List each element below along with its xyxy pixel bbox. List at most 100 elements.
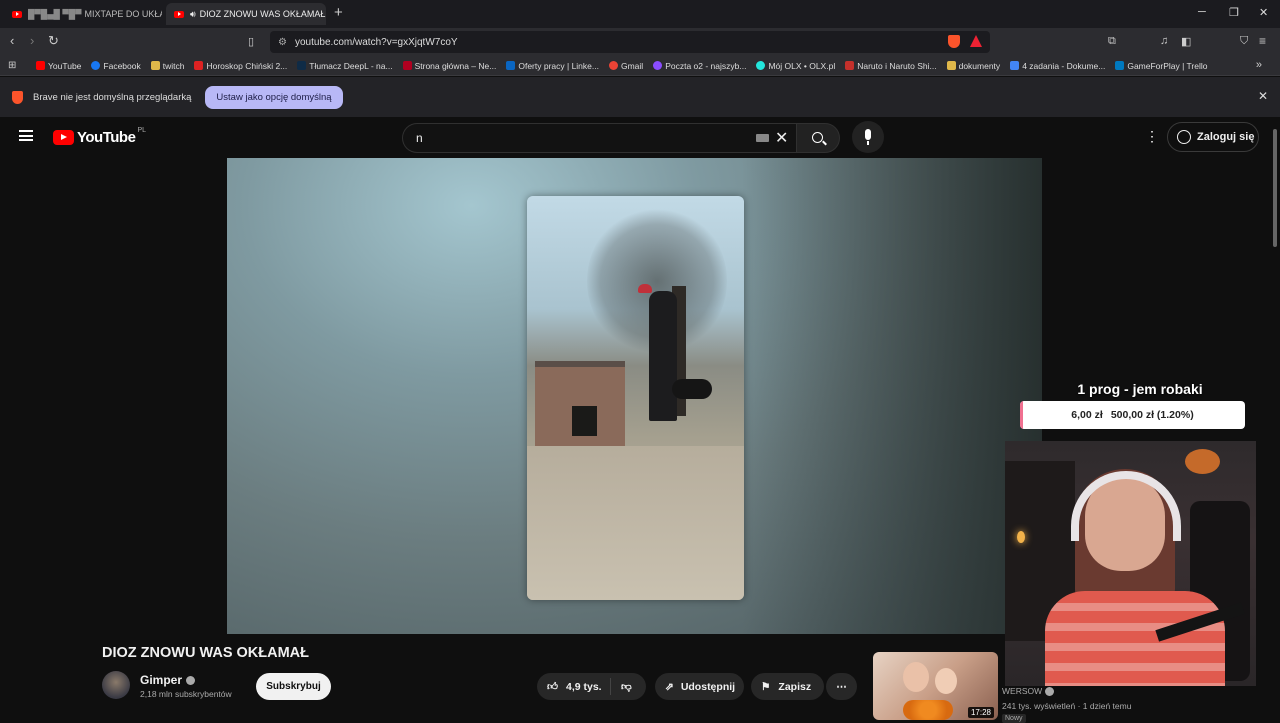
youtube-wordmark: YouTube (77, 129, 136, 146)
share-button[interactable]: ⇗ Udostępnij (655, 673, 744, 700)
menu-icon[interactable]: ≡ (1259, 34, 1266, 48)
vpn-icon[interactable]: ⛉ (1240, 35, 1248, 48)
channel-name-text: Gimper (140, 673, 183, 687)
bookmark-facebook[interactable]: Facebook (91, 61, 141, 71)
video-player[interactable] (227, 158, 1042, 634)
clear-search-icon[interactable]: ✕ (775, 128, 788, 148)
netflix-icon (402, 61, 412, 70)
address-bar[interactable]: ⚙︎ youtube.com/watch?v=gxXjqtW7coY (270, 31, 990, 53)
brave-shields-icon[interactable] (948, 35, 960, 48)
bookmark-olx[interactable]: Mój OLX • OLX.pl (756, 61, 835, 71)
speaker-icon: 🔊︎ (190, 8, 196, 19)
more-bookmarks-icon[interactable]: » (1256, 59, 1262, 71)
streamer-webcam (1005, 441, 1256, 686)
bookmark-icon[interactable]: ▯ (248, 35, 254, 48)
page-scrollbar[interactable] (1270, 117, 1280, 720)
close-tab-icon[interactable]: ✕ (325, 8, 326, 21)
tab-mixtape[interactable]: █▀█▄█ ▀█▀ MIXTAPE DO UKŁAD (4, 3, 162, 25)
google-icon (608, 61, 618, 70)
bookmarks-bar: ⊞ YouTube Facebook twitch Horoskop Chińs… (0, 56, 1280, 76)
subscribe-button[interactable]: Subskrybuj (256, 673, 331, 700)
channel-name[interactable]: Gimper (140, 673, 196, 687)
youtube-header: YouTube PL n ✕ ⋮ Zaloguj się (0, 117, 1270, 157)
hamburger-menu-icon[interactable] (19, 130, 33, 141)
tab-active-video[interactable]: 🔊︎ DIOZ ZNOWU WAS OKŁAMAŁ ✕ (166, 3, 326, 25)
folder-icon (150, 61, 160, 70)
bookmark-naruto[interactable]: Naruto i Naruto Shi... (845, 61, 937, 71)
video-frame (527, 196, 744, 600)
sidebar-icon[interactable]: ◧ (1181, 35, 1191, 48)
tab-label: DIOZ ZNOWU WAS OKŁAMAŁ (199, 9, 326, 19)
bookmark-zadania[interactable]: 4 zadania - Dokume... (1010, 61, 1105, 71)
thumbs-up-icon: 👍︎ (547, 681, 558, 693)
tab-label: MIXTAPE DO UKŁAD (84, 9, 162, 19)
bookmark-strona[interactable]: Strona główna – Ne... (402, 61, 496, 71)
new-tab-button[interactable]: + (334, 4, 343, 21)
bookmark-trello[interactable]: GameForPlay | Trello (1115, 61, 1208, 71)
settings-menu-icon[interactable]: ⋮ (1145, 128, 1159, 145)
naruto-icon (845, 61, 855, 70)
new-badge: Nowy (1002, 714, 1026, 723)
sign-in-label: Zaloguj się (1197, 131, 1255, 143)
like-button[interactable]: 👍︎ 4,9 tys. (537, 678, 611, 695)
reload-icon[interactable]: ↻ (48, 33, 59, 49)
person-figure (649, 291, 677, 421)
browser-nav-bar: ‹ › ↻ ▯ ⚙︎ youtube.com/watch?v=gxXjqtW7c… (0, 28, 1280, 56)
suggested-channel[interactable]: WERSOW (1002, 686, 1055, 696)
close-notification-icon[interactable]: ✕ (1258, 89, 1268, 103)
brave-logo-icon (12, 90, 23, 104)
bookmark-deepl[interactable]: Tłumacz DeepL - na... (297, 61, 393, 71)
site-info-icon[interactable]: ⚙︎ (278, 37, 287, 48)
voice-search-icon[interactable] (852, 121, 884, 153)
thumbnail-person (903, 662, 929, 692)
minimize-button[interactable]: ─ (1198, 6, 1206, 18)
black-dog (672, 379, 712, 399)
bookmark-gmail[interactable]: Gmail (608, 61, 643, 71)
o2-icon (653, 61, 663, 70)
bookmark-dokumenty[interactable]: dokumenty (946, 61, 1000, 71)
bookmark-linkedin[interactable]: Oferty pracy | Linke... (506, 61, 599, 71)
scrollbar-thumb[interactable] (1273, 129, 1277, 247)
snowy-ground (527, 446, 744, 600)
deepl-icon (297, 61, 307, 70)
bookmark-o2[interactable]: Poczta o2 - najszyb... (653, 61, 746, 71)
account-icon (1177, 130, 1191, 144)
sign-in-button[interactable]: Zaloguj się (1167, 122, 1259, 152)
facebook-icon (91, 61, 101, 70)
restore-button[interactable]: ❐ (1229, 6, 1239, 19)
olx-icon (756, 61, 766, 70)
linkedin-icon (506, 61, 516, 70)
suggested-meta: 241 tys. wyświetleń · 1 dzień temu (1002, 701, 1132, 711)
subscriber-count: 2,18 mln subskrybentów (140, 689, 232, 699)
search-input[interactable]: n (402, 123, 796, 153)
default-browser-bar: Brave nie jest domyślną przeglądarką Ust… (0, 77, 1280, 117)
apps-grid-icon[interactable]: ⊞ (8, 60, 16, 71)
set-default-button[interactable]: Ustaw jako opcję domyślną (205, 85, 343, 109)
suggested-video-thumbnail[interactable]: 17:28 (873, 652, 998, 720)
back-icon[interactable]: ‹ (10, 33, 14, 48)
bookmark-horoskop[interactable]: Horoskop Chiński 2... (194, 61, 287, 71)
dislike-button[interactable]: 👎︎ (611, 680, 632, 693)
youtube-logo[interactable]: YouTube PL (53, 127, 146, 146)
forward-icon[interactable]: › (30, 33, 34, 48)
search-button[interactable] (796, 123, 840, 153)
more-actions-button[interactable]: ⋯ (826, 673, 857, 700)
notification-text: Brave nie jest domyślną przeglądarką (33, 91, 192, 103)
share-label: Udostępnij (680, 680, 736, 693)
youtube-play-icon (53, 130, 74, 145)
country-code: PL (137, 127, 146, 134)
brave-rewards-icon[interactable] (970, 35, 982, 47)
close-window-button[interactable]: ✕ (1259, 6, 1268, 19)
bookmark-twitch[interactable]: twitch (150, 61, 184, 71)
extensions-icon[interactable]: ⧉ (1108, 35, 1116, 48)
media-icon[interactable]: ♫ (1160, 35, 1168, 47)
docs-icon (1010, 61, 1020, 70)
donation-goal-bar: 6,00 zł 500,00 zł (1.20%) (1020, 401, 1245, 429)
bookmark-youtube[interactable]: YouTube (36, 61, 81, 71)
save-button[interactable]: ⚑ Zapisz (751, 673, 824, 700)
keyboard-icon[interactable] (756, 134, 769, 142)
channel-avatar[interactable] (102, 671, 130, 699)
youtube-favicon-icon (174, 10, 184, 18)
browser-tab-bar: █▀█▄█ ▀█▀ MIXTAPE DO UKŁAD 🔊︎ DIOZ ZNOWU… (0, 0, 1280, 28)
verified-icon (1045, 686, 1055, 696)
